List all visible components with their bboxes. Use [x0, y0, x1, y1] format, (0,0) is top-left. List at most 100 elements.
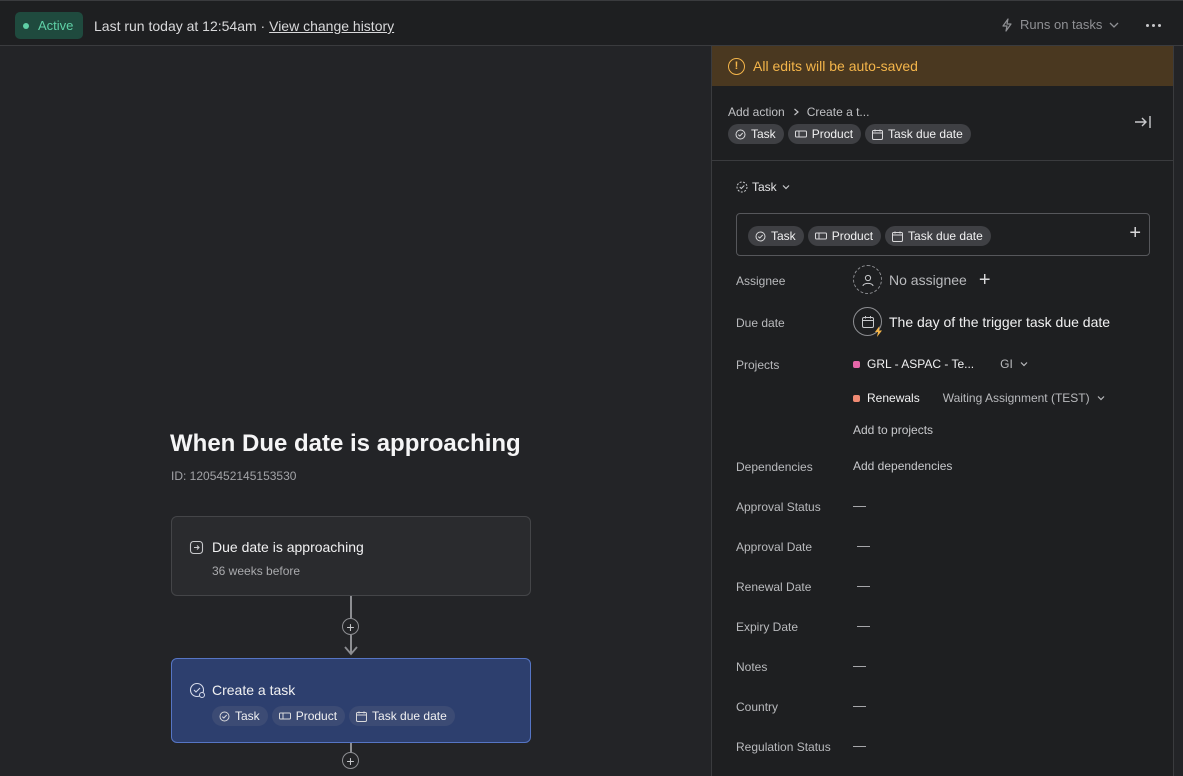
- country-label: Country: [736, 700, 779, 714]
- chip-task[interactable]: Task: [748, 226, 804, 246]
- trigger-card[interactable]: Due date is approaching 36 weeks before: [171, 516, 531, 596]
- project-section-label: GI: [1000, 357, 1013, 371]
- action-card[interactable]: Create a task Task Product Task due date: [171, 658, 531, 743]
- add-assignee-plus-icon[interactable]: +: [979, 270, 991, 290]
- notes-label: Notes: [736, 660, 768, 674]
- chip-product: Product: [271, 706, 346, 726]
- rule-id: ID: 1205452145153530: [171, 469, 297, 483]
- due-date-label: Due date: [736, 316, 785, 330]
- project-section-dropdown[interactable]: Waiting Assignment (TEST): [943, 391, 1106, 405]
- create-task-icon: [189, 682, 205, 698]
- person-icon: [853, 265, 882, 294]
- project-row[interactable]: Renewals Waiting Assignment (TEST): [853, 391, 1106, 405]
- task-name-chips: Task Product Task due date: [748, 226, 991, 246]
- chevron-right-icon: [793, 108, 799, 116]
- action-title: Create a task: [212, 682, 296, 698]
- banner-text: All edits will be auto-saved: [753, 58, 918, 74]
- connector-line: [350, 596, 352, 618]
- check-circle-icon: [735, 129, 746, 139]
- plus-icon: +: [346, 618, 355, 635]
- collapse-panel-icon[interactable]: [1134, 114, 1152, 130]
- chip-label: Task due date: [908, 229, 983, 243]
- due-date-value: The day of the trigger task due date: [889, 313, 1111, 330]
- renewal-date-value[interactable]: —: [857, 578, 870, 593]
- task-type-label: Task: [752, 180, 777, 194]
- expiry-date-value[interactable]: —: [857, 618, 870, 633]
- more-options-button[interactable]: [1142, 15, 1164, 35]
- chevron-down-icon: [782, 185, 790, 190]
- assignee-field[interactable]: No assignee +: [853, 265, 991, 294]
- add-to-projects-link[interactable]: Add to projects: [853, 423, 933, 437]
- chip-task: Task: [212, 706, 268, 726]
- chip-label: Task: [771, 229, 796, 243]
- status-dot-icon: [23, 22, 29, 29]
- trigger-subtitle: 36 weeks before: [212, 564, 301, 578]
- trigger-icon: [189, 540, 204, 555]
- regulation-status-value[interactable]: —: [853, 738, 866, 753]
- alert-icon: !: [728, 57, 745, 75]
- status-badge[interactable]: Active: [15, 12, 84, 39]
- panel-header-chips: Task Product Task due date: [728, 124, 971, 144]
- runs-on-label: Runs on tasks: [1020, 17, 1103, 32]
- check-circle-dashed-icon: [736, 181, 748, 193]
- project-name: GRL - ASPAC - Te...: [867, 357, 975, 371]
- last-run-text: Last run today at 12:54am ·: [94, 18, 270, 34]
- chip-product: Product: [787, 124, 862, 144]
- last-run-info: Last run today at 12:54am · View change …: [94, 18, 394, 34]
- scrollbar-track[interactable]: [1174, 46, 1183, 776]
- approval-status-value[interactable]: —: [853, 498, 866, 513]
- auto-save-banner: ! All edits will be auto-saved: [712, 46, 1173, 86]
- divider: [712, 160, 1173, 161]
- field-icon: [278, 712, 291, 720]
- chip-task: Task: [728, 124, 784, 144]
- project-color-dot: [853, 394, 860, 402]
- chevron-down-icon: [1097, 396, 1105, 401]
- projects-label: Projects: [736, 358, 780, 372]
- add-dependencies-link[interactable]: Add dependencies: [853, 459, 952, 473]
- task-type-dropdown[interactable]: Task: [736, 180, 791, 194]
- arrow-down-icon: [344, 646, 358, 656]
- chip-task-due-date: Task due date: [865, 124, 971, 144]
- calendar-icon: [892, 231, 904, 242]
- country-value[interactable]: —: [853, 698, 866, 713]
- project-section-dropdown[interactable]: GI: [1000, 357, 1029, 371]
- project-name: Renewals: [867, 391, 920, 405]
- insert-variable-plus-icon[interactable]: +: [1129, 223, 1141, 243]
- chip-label: Product: [831, 229, 874, 243]
- breadcrumb: Add action Create a t...: [728, 105, 869, 119]
- view-change-history-link[interactable]: View change history: [269, 18, 394, 34]
- project-row[interactable]: GRL - ASPAC - Te... GI: [853, 357, 1029, 371]
- notes-value[interactable]: —: [853, 658, 866, 673]
- renewal-date-label: Renewal Date: [736, 580, 812, 594]
- more-dot-icon: [1157, 23, 1161, 27]
- chip-label: Task: [751, 127, 776, 141]
- chevron-down-icon: [1020, 362, 1028, 367]
- due-date-field[interactable]: The day of the trigger task due date: [853, 307, 1111, 337]
- task-name-field[interactable]: Task Product Task due date +: [736, 213, 1150, 256]
- check-circle-icon: [755, 231, 766, 241]
- lightning-icon: [1002, 17, 1012, 32]
- project-color-dot: [853, 360, 860, 368]
- expiry-date-label: Expiry Date: [736, 620, 799, 634]
- plus-icon: +: [346, 752, 355, 769]
- chip-task-due-date[interactable]: Task due date: [885, 226, 991, 246]
- status-label: Active: [38, 18, 74, 33]
- chip-task-due-date: Task due date: [349, 706, 455, 726]
- calendar-lightning-icon: [853, 307, 882, 337]
- approval-date-label: Approval Date: [736, 540, 813, 554]
- trigger-title: Due date is approaching: [212, 539, 364, 555]
- more-dot-icon: [1151, 23, 1155, 27]
- top-bar: Active Last run today at 12:54am · View …: [0, 0, 1183, 46]
- check-circle-icon: [219, 711, 230, 721]
- assignee-label: Assignee: [736, 274, 786, 288]
- field-icon: [794, 130, 807, 138]
- breadcrumb-add-action[interactable]: Add action: [728, 105, 785, 119]
- add-step-button[interactable]: +: [342, 618, 359, 635]
- regulation-status-label: Regulation Status: [736, 740, 831, 754]
- assignee-value: No assignee: [889, 271, 967, 288]
- add-step-button[interactable]: +: [342, 752, 359, 769]
- breadcrumb-create-task[interactable]: Create a t...: [807, 105, 870, 119]
- approval-date-value[interactable]: —: [857, 538, 870, 553]
- runs-on-dropdown[interactable]: Runs on tasks: [1000, 17, 1120, 32]
- chip-product[interactable]: Product: [807, 226, 882, 246]
